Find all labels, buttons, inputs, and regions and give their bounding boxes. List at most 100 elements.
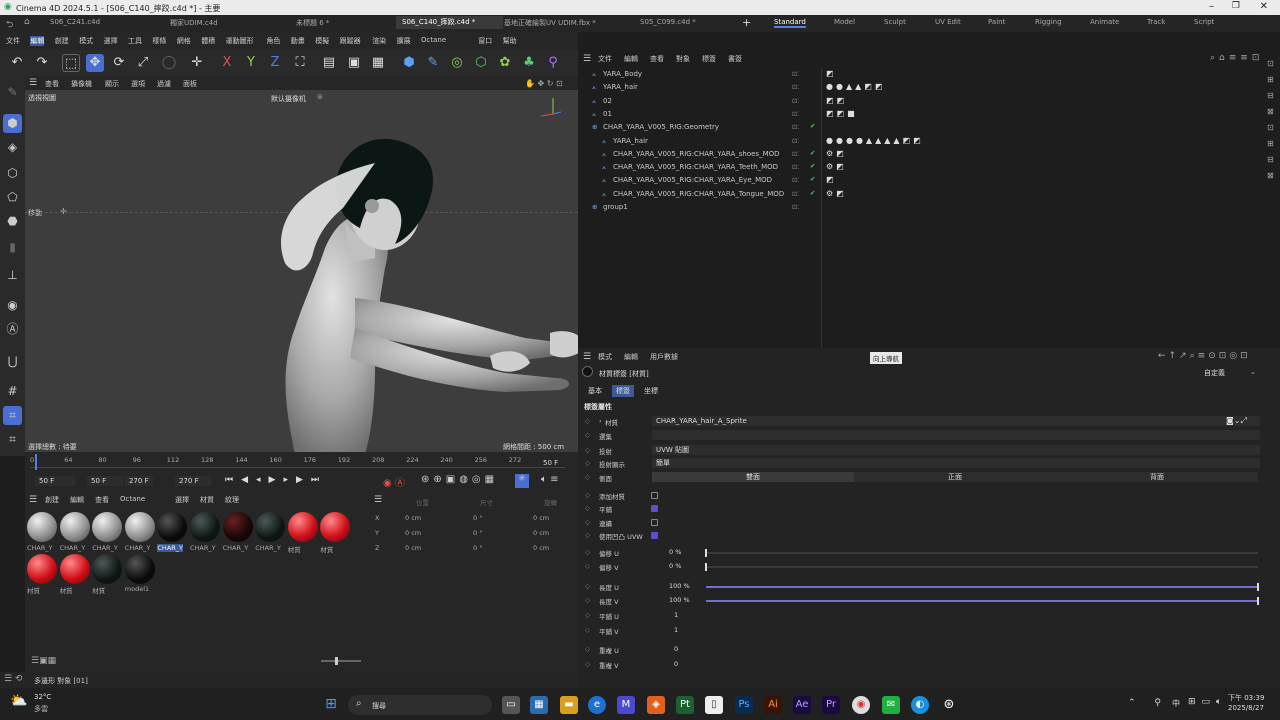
redo-icon[interactable]: ↷: [33, 54, 51, 72]
object-row[interactable]: ⟑ CHAR_YARA_V005_RIG:CHAR_YARA_Eye_MOD ⊡⁚ ✔: [578, 175, 821, 188]
magnet-icon[interactable]: ⋃: [3, 352, 22, 371]
material-swatch[interactable]: [190, 512, 220, 542]
attr-menu-item[interactable]: 用戶數據: [650, 352, 678, 362]
tile-v-value[interactable]: 1: [674, 626, 678, 634]
menu-item[interactable]: 文件: [6, 36, 20, 46]
x-axis-lock-icon[interactable]: X: [218, 54, 236, 72]
z-axis-lock-icon[interactable]: Z: [266, 54, 284, 72]
keyframe-diamond-icon[interactable]: ◇: [585, 446, 590, 454]
object-mode-icon[interactable]: ⬢: [3, 114, 22, 133]
coord-size[interactable]: 0 °: [473, 514, 482, 522]
visibility-icon[interactable]: ⊡⁚: [792, 163, 800, 171]
object-tag-icons[interactable]: ◩: [826, 69, 837, 78]
timeline-ruler[interactable]: 0 64 80 96 112 128 144 160 176 192 208 224 240 256 272: [30, 456, 565, 468]
visibility-icon[interactable]: ⊡⁚: [792, 190, 800, 198]
coordinate-system-icon[interactable]: ⛶: [291, 54, 309, 72]
material-swatch[interactable]: [59, 554, 90, 584]
keyframe-diamond-icon[interactable]: ◇: [585, 611, 590, 619]
pen-spline-icon[interactable]: ✎: [424, 54, 442, 72]
enabled-check-icon[interactable]: ✔: [810, 162, 815, 170]
uv-mode-icon[interactable]: ▮: [3, 238, 22, 257]
menu-item[interactable]: 幫助: [503, 36, 517, 46]
playback-controls[interactable]: ⏮◀◂▶▸▶⏭: [225, 475, 327, 485]
length-u-value[interactable]: 100 %: [669, 582, 690, 590]
layout-tab[interactable]: Paint: [988, 18, 1005, 26]
tray-icons[interactable]: ⌃ ⚲: [1128, 698, 1169, 708]
keyframe-diamond-icon[interactable]: ◇: [585, 645, 590, 653]
material-swatch[interactable]: [124, 512, 155, 542]
attr-tab[interactable]: 標簽: [612, 385, 634, 397]
viewport-menu-item[interactable]: 顯示: [105, 79, 119, 89]
select-tool-icon[interactable]: ⬚: [62, 54, 80, 72]
viewport-options-icon[interactable]: ☰: [29, 78, 37, 88]
coord-size[interactable]: 0 °: [473, 544, 482, 552]
home-icon[interactable]: ⌂: [24, 17, 30, 27]
offset-v-slider[interactable]: [706, 566, 1258, 568]
object-row[interactable]: ⟑ 02 ⊡⁚: [578, 96, 821, 109]
keyframe-diamond-icon[interactable]: ◇: [585, 431, 590, 439]
object-tag-icons[interactable]: ◩◩: [826, 96, 847, 105]
store-icon[interactable]: M: [617, 696, 635, 714]
menu-item[interactable]: 窗口: [478, 36, 492, 46]
layout-tab[interactable]: Standard: [774, 18, 806, 28]
sound-icon[interactable]: 🔈︎ ≡: [541, 474, 559, 485]
attr-tab[interactable]: 基本: [584, 385, 606, 397]
maximize-button[interactable]: ❐: [1232, 1, 1240, 11]
material-link-icons[interactable]: ◙⌄⤢: [1226, 416, 1247, 426]
material-swatch[interactable]: [27, 554, 57, 584]
object-row[interactable]: ⟑ 01 ⊡⁚: [578, 109, 821, 122]
preset-select[interactable]: 自定義: [1204, 368, 1225, 378]
pt-icon[interactable]: Pt: [676, 696, 694, 714]
notepad-icon[interactable]: ▯: [705, 696, 723, 714]
key-controls[interactable]: ⊛⊕▣◍◎▦: [421, 474, 498, 485]
after-effects-icon[interactable]: Ae: [793, 696, 811, 714]
menu-item[interactable]: 運動圖形: [226, 36, 254, 46]
photoshop-icon[interactable]: Ps: [735, 696, 753, 714]
workplane-icon[interactable]: #: [3, 382, 22, 401]
3d-viewport[interactable]: 透視視圖 默认摄像机 ⊜ 移動 ✛ 網格間距 : 500 cm 選擇總數 : 待…: [25, 79, 585, 454]
illustrator-icon[interactable]: Ai: [764, 696, 782, 714]
keyframe-diamond-icon[interactable]: ◇: [585, 473, 590, 481]
object-tag-icons[interactable]: ⚙◩: [826, 162, 847, 171]
record-icon[interactable]: ◉ Ⓐ: [383, 474, 405, 489]
undo-icon[interactable]: ↶: [8, 54, 26, 72]
new-tab-button[interactable]: +: [742, 16, 751, 29]
object-row[interactable]: ⊕ group1 ⊡⁚: [578, 202, 821, 215]
model-mode-icon[interactable]: ◈: [3, 138, 22, 157]
object-tag-icons[interactable]: ◩: [826, 175, 837, 184]
c4d-taskbar-icon[interactable]: ⊛: [940, 696, 958, 714]
minimize-button[interactable]: –: [1209, 1, 1214, 12]
viewport-menu-item[interactable]: 過濾: [157, 79, 171, 89]
enabled-check-icon[interactable]: ✔: [810, 189, 815, 197]
projection-select[interactable]: UVW 貼圖: [652, 445, 1260, 455]
keyframe-diamond-icon[interactable]: ◇: [585, 518, 590, 526]
attr-menu-item[interactable]: 編輯: [624, 352, 638, 362]
length-u-slider[interactable]: [706, 586, 1258, 588]
attr-tab[interactable]: 坐標: [640, 385, 662, 397]
material-swatch[interactable]: [59, 512, 90, 542]
object-row[interactable]: ⟑ CHAR_YARA_V005_RIG:CHAR_YARA_Teeth_MOD ⊡…: [578, 162, 821, 175]
brush-icon[interactable]: ✎: [3, 83, 22, 102]
visibility-icon[interactable]: ⊡⁚: [792, 97, 800, 105]
keyframe-diamond-icon[interactable]: ◇: [585, 531, 590, 539]
menu-item[interactable]: Octane: [421, 36, 446, 44]
menu-item[interactable]: 擴展: [397, 36, 411, 46]
edge-icon[interactable]: e: [588, 696, 606, 714]
checkbox[interactable]: [651, 531, 658, 539]
side-option[interactable]: 正面: [854, 472, 1056, 482]
attr-nav-icons[interactable]: ←↑↗⌕≡⊙⊡◎⊡: [1158, 351, 1251, 361]
layout-tab[interactable]: Sculpt: [884, 18, 906, 26]
attr-menu-item[interactable]: 模式: [598, 352, 612, 362]
material-menu-item[interactable]: 編輯: [70, 495, 84, 505]
object-menu-icon[interactable]: ☰: [583, 54, 591, 64]
menu-item[interactable]: 模擬: [315, 36, 329, 46]
menu-item[interactable]: 編輯: [30, 36, 45, 46]
side-icons[interactable]: ⊡ ⊞ ⊟ ⊠ ⊡ ⊞ ⊟ ⊠: [1267, 56, 1277, 184]
document-tab[interactable]: S05_C099.c4d *: [640, 18, 696, 26]
keyframe-diamond-icon[interactable]: ◇: [585, 582, 590, 590]
object-menu-item[interactable]: 查看: [650, 54, 664, 64]
viewport-nav-icon[interactable]: ✋ ✥ ↻ ⊡: [525, 79, 563, 88]
search-box[interactable]: ⌕ 搜尋: [348, 695, 492, 715]
object-menu-item[interactable]: 書簽: [728, 54, 742, 64]
menu-item[interactable]: 角色: [266, 36, 280, 46]
